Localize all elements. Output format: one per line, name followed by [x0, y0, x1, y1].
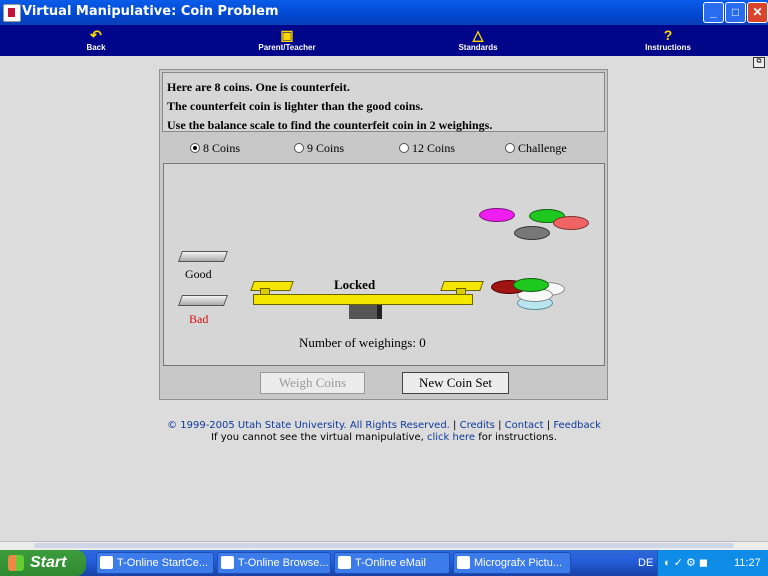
task-tonline-browser[interactable]: T-Online Browse...	[217, 552, 331, 574]
instructions-button[interactable]: ? Instructions	[644, 27, 692, 52]
task-label: Micrografx Pictu...	[474, 557, 563, 569]
maximize-button[interactable]: □	[725, 2, 746, 23]
standards-button[interactable]: △ Standards	[456, 27, 500, 52]
back-label: Back	[86, 43, 106, 52]
taskbar: Start T-Online StartCe... T-Online Brows…	[0, 550, 768, 576]
window-title: Virtual Manipulative: Coin Problem	[22, 4, 279, 19]
radio-12-coins[interactable]: 12 Coins	[399, 141, 455, 156]
coin-salmon[interactable]	[553, 216, 589, 230]
radio-challenge[interactable]: Challenge	[505, 141, 567, 156]
question-icon: ?	[663, 27, 673, 43]
scale-status: Locked	[334, 277, 376, 292]
weighings-counter: Number of weighings: 0	[299, 335, 426, 350]
app-icon	[3, 4, 21, 22]
help-prefix: If you cannot see the virtual manipulati…	[211, 432, 424, 443]
intro-line-2: The counterfeit coin is lighter than the…	[167, 99, 424, 113]
task-label: T-Online StartCe...	[117, 557, 209, 569]
good-pile[interactable]	[177, 251, 229, 262]
instructions-label: Instructions	[645, 43, 691, 52]
nav-toolbar: ↶ Back ▣ Parent/Teacher △ Standards ? In…	[0, 25, 768, 56]
radio-label: 12 Coins	[412, 141, 456, 155]
parent-teacher-label: Parent/Teacher	[258, 43, 316, 52]
new-coin-set-button[interactable]: New Coin Set	[402, 372, 509, 394]
credits-link[interactable]: Credits	[460, 420, 495, 431]
radio-label: Challenge	[518, 141, 567, 155]
back-button[interactable]: ↶ Back	[84, 27, 108, 52]
radio-unselected-icon	[294, 143, 304, 154]
intro-line-1: Here are 8 coins. One is counterfeit.	[167, 80, 350, 94]
task-label: T-Online eMail	[355, 557, 426, 569]
scale-fulcrum	[349, 305, 382, 319]
radio-label: 8 Coins	[203, 141, 241, 155]
coin-problem-applet: Here are 8 coins. One is counterfeit. Th…	[159, 69, 608, 400]
language-indicator[interactable]: DE	[638, 550, 653, 576]
task-micrografx[interactable]: Micrografx Pictu...	[453, 552, 571, 574]
help-line: If you cannot see the virtual manipulati…	[0, 432, 768, 443]
radio-8-coins[interactable]: 8 Coins	[190, 141, 240, 156]
tonline-icon	[100, 556, 113, 569]
bad-pile[interactable]	[177, 295, 229, 306]
scrollbar-thumb[interactable]	[34, 543, 734, 548]
close-button[interactable]: ✕	[747, 2, 768, 23]
back-arrow-icon: ↶	[90, 27, 102, 43]
tray-icons[interactable]: ◐ ✓ ⚙ ◼	[664, 550, 708, 576]
radio-selected-icon	[190, 143, 200, 154]
help-suffix: for instructions.	[478, 432, 557, 443]
radio-unselected-icon	[505, 143, 515, 154]
horizontal-scrollbar[interactable]	[0, 541, 768, 550]
coin-green[interactable]	[513, 278, 549, 292]
micrografx-icon	[457, 556, 470, 569]
copyright-text: © 1999-2005 Utah State University. All R…	[167, 420, 450, 431]
scale-beam	[253, 294, 473, 305]
restore-icon[interactable]: ⧉	[753, 57, 765, 68]
radio-label: 9 Coins	[307, 141, 345, 155]
task-label: T-Online Browse...	[238, 557, 329, 569]
bad-label: Bad	[189, 312, 209, 326]
standards-icon: △	[472, 27, 484, 43]
coin-magenta[interactable]	[479, 208, 515, 222]
coin-count-options: 8 Coins 9 Coins 12 Coins Challenge	[162, 133, 605, 161]
tonline-icon	[338, 556, 351, 569]
tonline-icon	[221, 556, 234, 569]
task-tonline-start[interactable]: T-Online StartCe...	[96, 552, 214, 574]
parent-teacher-icon: ▣	[280, 27, 294, 43]
system-tray: DE ◐ ✓ ⚙ ◼ 11:27	[638, 550, 768, 576]
radio-9-coins[interactable]: 9 Coins	[294, 141, 344, 156]
good-label: Good	[185, 267, 212, 281]
click-here-link[interactable]: click here	[427, 432, 475, 443]
standards-label: Standards	[458, 43, 498, 52]
radio-unselected-icon	[399, 143, 409, 154]
minimize-button[interactable]: _	[703, 2, 724, 23]
window-title-bar: Virtual Manipulative: Coin Problem _ □ ✕	[0, 0, 768, 25]
clock: 11:27	[734, 557, 761, 569]
windows-flag-icon	[8, 555, 24, 571]
footer-links: © 1999-2005 Utah State University. All R…	[0, 420, 768, 431]
separator: |	[546, 420, 551, 431]
separator: |	[453, 420, 457, 431]
start-label: Start	[30, 554, 67, 571]
left-pan[interactable]	[250, 281, 294, 291]
task-tonline-email[interactable]: T-Online eMail	[334, 552, 450, 574]
instructions-box: Here are 8 coins. One is counterfeit. Th…	[162, 72, 605, 132]
start-button[interactable]: Start	[0, 550, 86, 576]
coin-gray[interactable]	[514, 226, 550, 240]
separator: |	[498, 420, 502, 431]
parent-teacher-button[interactable]: ▣ Parent/Teacher	[254, 27, 320, 52]
weigh-coins-button[interactable]: Weigh Coins	[260, 372, 365, 394]
contact-link[interactable]: Contact	[505, 420, 544, 431]
feedback-link[interactable]: Feedback	[553, 420, 601, 431]
balance-stage: Good Bad Locked Number of weighings: 0	[163, 163, 605, 366]
intro-line-3: Use the balance scale to find the counte…	[167, 118, 493, 132]
